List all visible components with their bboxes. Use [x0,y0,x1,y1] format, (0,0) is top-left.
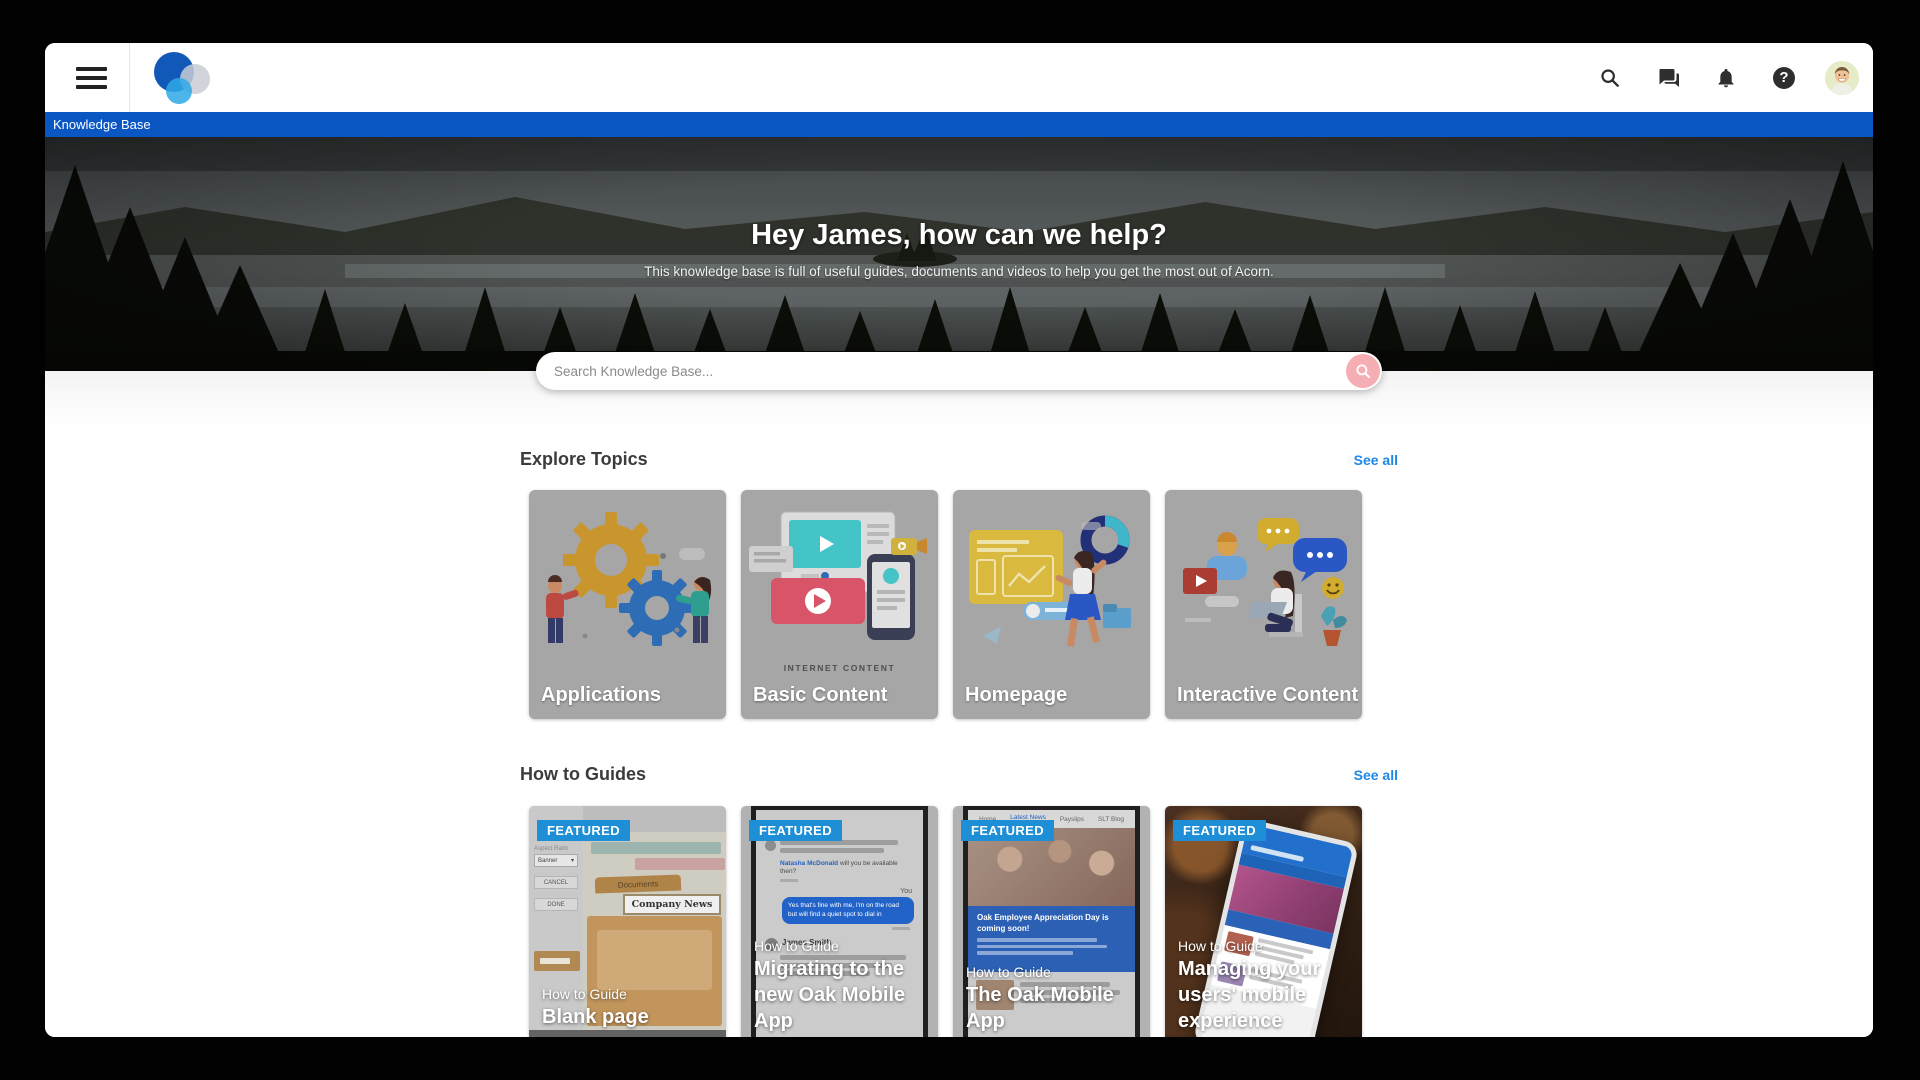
screenshot-folder-strip [635,858,725,870]
app-bar: Knowledge Base [45,112,1873,137]
screenshot-dropdown-value: Banner [538,858,557,864]
chat-bubbles-icon [1656,66,1680,90]
screen: ? Knowledge Base [0,0,1920,1080]
chat-blue-bubble: Yes that's fine with me, I'm on the road… [782,897,914,924]
screenshot-panel-label: Aspect Ratio [534,846,578,852]
search-submit-button[interactable] [1346,354,1380,388]
screenshot-news-headline: Oak Employee Appreciation Day is coming … [977,913,1126,934]
app-logo[interactable] [154,50,224,106]
chat-you-label: You [765,888,912,895]
how-to-guides-cards: FEATURED Aspect Ratio Banner ▾ CANCEL DO… [529,806,1362,1037]
bell-icon [1715,67,1737,89]
chat-message [765,840,914,856]
app-bar-title: Knowledge Base [53,117,151,132]
app-tab: SLT Blog [1098,816,1124,823]
hero-subtitle: This knowledge base is full of useful gu… [45,264,1873,279]
guide-kicker: How to Guide [966,964,1142,980]
search-icon [1599,67,1621,89]
topic-card-basic-content[interactable]: INTERNET CONTENT Basic Content [741,490,938,719]
screenshot-folder-plate: Company News [623,894,721,915]
topic-card-caption: INTERNET CONTENT [741,663,938,673]
page-content: Explore Topics See all [45,371,1873,1037]
guide-card-managing-mobile-experience[interactable]: FEATURED How to Guide Managing your user… [1165,806,1362,1037]
hamburger-menu-icon[interactable] [59,43,123,112]
chat-mention: Natasha McDonald [780,860,838,867]
topic-card-homepage[interactable]: Homepage [953,490,1150,719]
guide-card-caption: How to Guide The Oak Mobile App [966,964,1142,1034]
avatar-face-icon [1825,61,1859,95]
guide-kicker: How to Guide [754,938,930,954]
topic-card-applications[interactable]: Applications [529,490,726,719]
chat-message-text: Natasha McDonald will you be available t… [780,860,914,876]
app-window: ? Knowledge Base [45,43,1873,1037]
chevron-down-icon: ▾ [571,857,574,864]
video-content-illustration [741,498,938,648]
screenshot-cancel-button: CANCEL [534,876,578,889]
search-input[interactable] [536,364,1346,379]
explore-topics-header: Explore Topics See all [520,449,1398,470]
guide-card-caption: How to Guide Managing your users' mobile… [1178,938,1354,1034]
topic-card-label: Homepage [965,684,1067,707]
search-button[interactable] [1591,59,1629,97]
see-all-link-explore[interactable]: See all [1354,452,1398,468]
gears-illustration [529,498,726,663]
screenshot-dropdown: Banner ▾ [534,854,578,867]
explore-topics-cards: Applications [529,490,1362,719]
guide-card-caption: How to Guide Blank page [542,986,718,1030]
featured-badge: FEATURED [749,820,842,841]
topic-card-label: Interactive Content [1177,684,1358,707]
hamburger-bar [76,76,107,80]
hamburger-bar [76,67,107,71]
screenshot-bottom-bar [529,1030,726,1037]
dashboard-illustration [953,498,1150,663]
topic-card-label: Basic Content [753,684,887,707]
toolbar-icons: ? [1591,59,1861,97]
screenshot-done-button: DONE [534,898,578,911]
hero-banner: Hey James, how can we help? This knowled… [45,137,1873,371]
topic-card-interactive-content[interactable]: Interactive Content [1165,490,1362,719]
guide-title: Migrating to the new Oak Mobile App [754,956,930,1034]
chat-people-illustration [1165,498,1362,663]
guide-card-blank-page[interactable]: FEATURED Aspect Ratio Banner ▾ CANCEL DO… [529,806,726,1037]
help-button[interactable]: ? [1765,59,1803,97]
guide-card-the-oak-mobile-app[interactable]: Home Latest News Payslips SLT Blog Oak E… [953,806,1150,1037]
help-icon: ? [1773,67,1795,89]
how-to-guides-header: How to Guides See all [520,764,1398,785]
see-all-link-guides[interactable]: See all [1354,767,1398,783]
hamburger-bar [76,85,107,89]
toolbar: ? [45,43,1873,112]
user-avatar-button[interactable] [1823,59,1861,97]
search-icon [1354,362,1372,380]
logo-circle-lightblue [166,78,192,104]
guide-title: The Oak Mobile App [966,982,1142,1034]
screenshot-news-banner: Oak Employee Appreciation Day is coming … [968,906,1135,972]
guide-title: Managing your users' mobile experience [1178,956,1354,1034]
guide-card-migrating-oak-mobile-app[interactable]: Natasha McDonald will you be available t… [741,806,938,1037]
screenshot-folder-tab: Documents [595,875,682,894]
topic-card-label: Applications [541,684,661,707]
screenshot-folder-strip [591,842,721,854]
chat-timestamp [892,927,910,930]
hero-title: Hey James, how can we help? [45,219,1873,252]
chat-timestamp [780,879,798,882]
featured-badge: FEATURED [961,820,1054,841]
guide-kicker: How to Guide [542,986,718,1002]
avatar [765,840,776,851]
guide-kicker: How to Guide [1178,938,1354,954]
app-tab: Payslips [1060,816,1084,823]
section-title-explore-topics: Explore Topics [520,449,648,470]
notifications-button[interactable] [1707,59,1745,97]
toolbar-divider [129,43,130,112]
screenshot-thumbnail [534,951,580,971]
hero-background-image [45,137,1873,371]
search-bar [536,352,1382,390]
guide-card-caption: How to Guide Migrating to the new Oak Mo… [754,938,930,1034]
featured-badge: FEATURED [537,820,630,841]
user-avatar [1825,61,1859,95]
featured-badge: FEATURED [1173,820,1266,841]
section-title-how-to-guides: How to Guides [520,764,646,785]
guide-title: Blank page [542,1004,718,1030]
messages-button[interactable] [1649,59,1687,97]
